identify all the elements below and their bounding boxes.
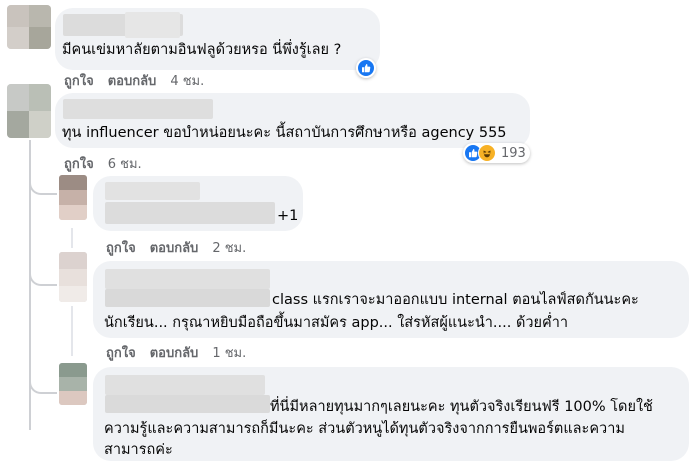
reply-text-line-2: นักเรียน... กรุณาหยิบมือถือขึ้นมาสมัคร a…	[104, 315, 569, 331]
reaction-count: 193	[501, 145, 526, 161]
avatar[interactable]	[7, 5, 51, 49]
timestamp[interactable]: 2 ชม.	[212, 237, 246, 258]
avatar[interactable]	[59, 175, 87, 220]
timestamp[interactable]: 6 ชม.	[108, 153, 142, 174]
reply-text-line-2: ความรู้และความสามารถก็มีนะคะ ส่วนตัวหนูไ…	[104, 421, 625, 437]
reply-actions: ถูกใจ ตอบกลับ 2 ชม.	[106, 237, 246, 258]
reply-text-line-1: class แรกเราจะมาออกแบบ internal ตอนไลฟ์ส…	[272, 292, 639, 308]
blurred-text	[105, 289, 270, 307]
reply-text-line-3: สามารถค่ะ	[104, 442, 173, 458]
reply-bubble	[93, 176, 303, 231]
blurred-author-name	[63, 99, 213, 119]
thread-line-reply-1	[71, 228, 73, 248]
like-button[interactable]: ถูกใจ	[64, 153, 94, 174]
comment-text: ทุน influencer ขอบำหน่อยนะคะ นี้สถาบันกา…	[62, 125, 507, 141]
blurred-author-name	[105, 182, 200, 200]
reply-actions: ถูกใจ ตอบกลับ 1 ชม.	[106, 342, 246, 363]
reply-button[interactable]: ตอบกลับ	[108, 70, 157, 91]
blurred-text	[105, 395, 270, 413]
thread-line-reply-2	[71, 306, 73, 356]
blurred-author-name	[105, 269, 270, 289]
reply-text: +1	[277, 208, 299, 224]
avatar[interactable]	[59, 363, 87, 405]
timestamp[interactable]: 1 ชม.	[212, 342, 246, 363]
blurred-author-name	[105, 375, 265, 395]
haha-reaction-icon	[478, 144, 496, 162]
like-button[interactable]: ถูกใจ	[106, 342, 136, 363]
timestamp[interactable]: 4 ชม.	[170, 70, 204, 91]
avatar[interactable]	[59, 252, 87, 302]
reaction-summary[interactable]: 193	[463, 143, 530, 163]
reply-text-line-1: ที่นี่มีหลายทุนมากๆเลยนะคะ ทุนตัวจริงเรี…	[270, 399, 653, 415]
like-button[interactable]: ถูกใจ	[64, 70, 94, 91]
reply-button[interactable]: ตอบกลับ	[150, 342, 199, 363]
comment-actions: ถูกใจ ตอบกลับ 4 ชม.	[64, 70, 204, 91]
thread-connector-3	[29, 290, 57, 394]
comment-actions: ถูกใจ 6 ชม.	[64, 153, 142, 174]
like-reaction-icon	[357, 59, 375, 77]
avatar[interactable]	[7, 84, 51, 138]
like-button[interactable]: ถูกใจ	[106, 237, 136, 258]
comment-text: มีคนเข่มหาลัยตามอินฟลูด้วยหรอ นี่พึ่งรู้…	[62, 42, 342, 58]
thread-connector-2	[29, 190, 57, 286]
reply-button[interactable]: ตอบกลับ	[150, 237, 199, 258]
reaction-summary[interactable]	[356, 58, 376, 78]
blurred-text	[105, 202, 275, 224]
